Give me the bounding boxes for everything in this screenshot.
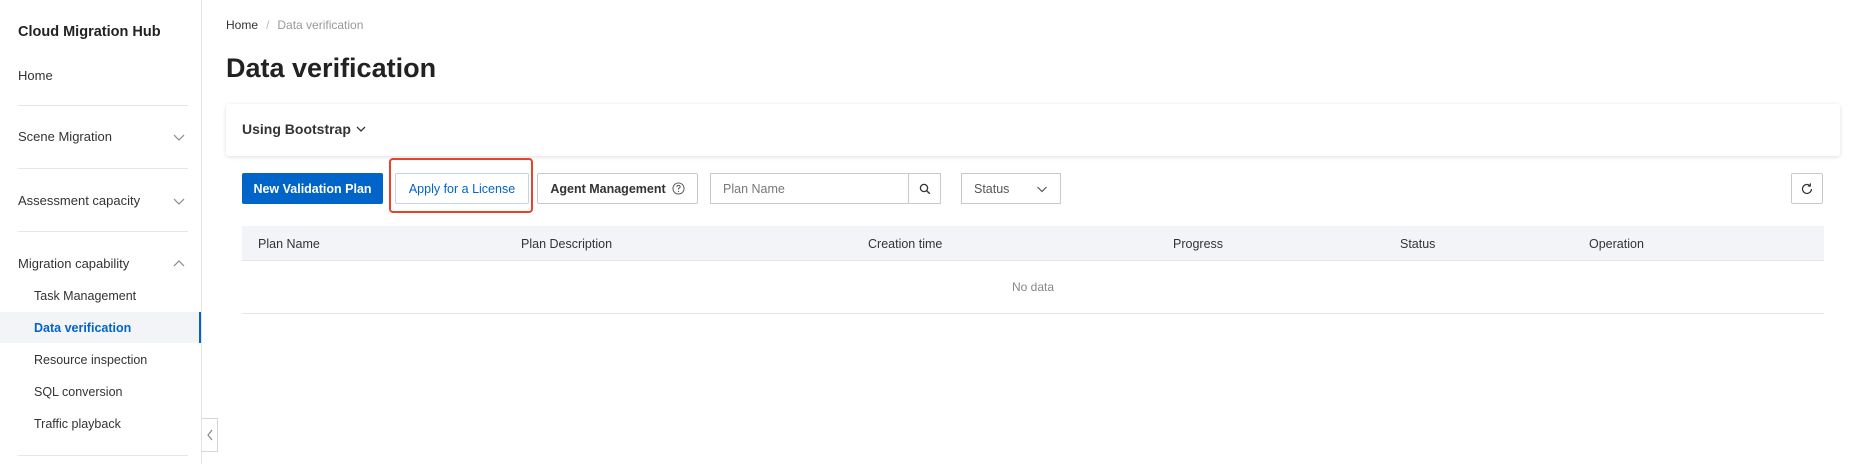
sidebar-item-task-management[interactable]: Task Management xyxy=(34,289,136,303)
bootstrap-dropdown-label: Using Bootstrap xyxy=(242,121,351,137)
sidebar-section-label: Scene Migration xyxy=(18,129,112,144)
status-select[interactable]: Status xyxy=(961,173,1061,204)
sidebar-item-home[interactable]: Home xyxy=(18,68,53,83)
breadcrumb-current: Data verification xyxy=(277,18,364,32)
sidebar-collapse-button[interactable] xyxy=(202,418,218,452)
column-header: Operation xyxy=(1589,237,1644,251)
refresh-icon xyxy=(1801,182,1813,194)
sidebar-item-resource-inspection[interactable]: Resource inspection xyxy=(34,353,147,367)
page-title: Data verification xyxy=(226,53,437,83)
sidebar-title: Cloud Migration Hub xyxy=(18,24,161,40)
breadcrumb-separator: / xyxy=(266,18,270,32)
sidebar-item-sql-conversion[interactable]: SQL conversion xyxy=(34,385,122,399)
column-header: Progress xyxy=(1173,237,1224,251)
help-icon xyxy=(672,182,685,195)
search-button[interactable] xyxy=(908,174,940,203)
refresh-button[interactable] xyxy=(1791,173,1823,204)
sidebar-section-label: Migration capability xyxy=(18,256,130,271)
sidebar-section-label: Assessment capacity xyxy=(18,193,141,208)
agent-management-label: Agent Management xyxy=(550,181,666,196)
plan-name-search xyxy=(710,173,941,204)
bootstrap-dropdown[interactable]: Using Bootstrap xyxy=(242,121,367,137)
table-header: Plan Name Plan Description Creation time… xyxy=(242,226,1824,261)
column-header: Plan Name xyxy=(258,237,320,251)
sidebar: Cloud Migration Hub Home Scene Migration… xyxy=(0,0,202,464)
chevron-up-icon xyxy=(173,259,185,266)
sidebar-item-traffic-playback[interactable]: Traffic playback xyxy=(34,417,121,431)
sidebar-section-assessment-capacity[interactable]: Assessment capacity xyxy=(18,193,186,208)
sidebar-divider xyxy=(18,168,188,169)
empty-text: No data xyxy=(1011,280,1055,294)
sidebar-divider xyxy=(18,105,188,106)
sidebar-item-data-verification[interactable]: Data verification xyxy=(34,321,131,335)
chevron-left-icon xyxy=(206,429,212,441)
bootstrap-card: Using Bootstrap xyxy=(226,104,1840,156)
column-header: Status xyxy=(1400,237,1436,251)
sidebar-section-scene-migration[interactable]: Scene Migration xyxy=(18,129,186,144)
sidebar-divider xyxy=(18,231,188,232)
sidebar-section-migration-capability[interactable]: Migration capability xyxy=(18,256,186,271)
sidebar-divider xyxy=(18,455,188,456)
agent-management-button[interactable]: Agent Management xyxy=(537,173,698,204)
column-header: Creation time xyxy=(868,237,943,251)
chevron-down-icon xyxy=(1037,186,1047,192)
search-icon xyxy=(919,183,930,194)
chevron-down-icon xyxy=(173,134,185,141)
status-select-value: Status xyxy=(974,181,1010,196)
new-validation-plan-button[interactable]: New Validation Plan xyxy=(242,173,383,204)
breadcrumb: Home / Data verification xyxy=(226,18,363,32)
search-input[interactable] xyxy=(711,174,908,203)
chevron-down-icon xyxy=(356,126,366,132)
table-empty-state: No data xyxy=(242,261,1824,314)
plans-table: Plan Name Plan Description Creation time… xyxy=(242,226,1824,314)
chevron-down-icon xyxy=(173,198,185,205)
highlight-box xyxy=(389,158,533,213)
breadcrumb-home[interactable]: Home xyxy=(226,18,258,32)
column-header: Plan Description xyxy=(521,237,613,251)
